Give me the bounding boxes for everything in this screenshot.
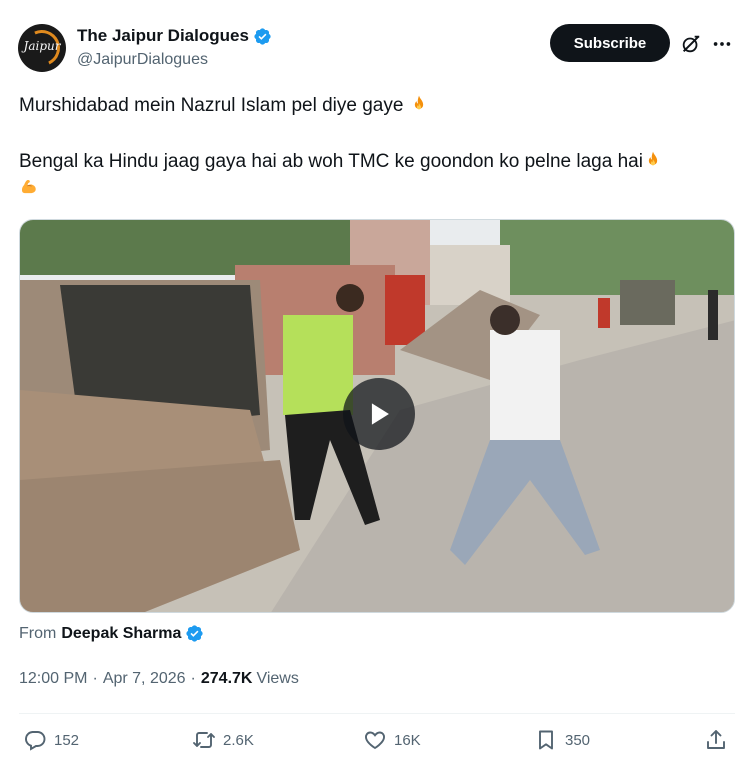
tweet-line-2-text: Bengal ka Hindu jaag gaya hai ab woh TMC… [19, 151, 643, 172]
views-count: 274.7K [200, 670, 253, 687]
views-label: Views [256, 670, 299, 687]
like-button[interactable]: 16K [363, 728, 421, 752]
bookmark-count: 350 [565, 731, 591, 749]
tweet-time[interactable]: 12:00 PM [19, 670, 87, 688]
handle[interactable]: @JaipurDialogues [77, 51, 208, 69]
display-name[interactable]: The Jaipur Dialogues [77, 26, 249, 46]
flexed-biceps-emoji-icon [22, 179, 36, 194]
verified-badge-icon [186, 625, 204, 642]
bookmark-icon [539, 730, 553, 750]
fire-emoji-icon [648, 151, 658, 166]
separator-dot: · [92, 670, 98, 687]
bookmark-button[interactable]: 350 [534, 728, 590, 752]
reply-button[interactable]: 152 [23, 728, 79, 752]
tweet-line-2: Bengal ka Hindu jaag gaya hai ab woh TMC… [19, 149, 719, 175]
separator-dot: · [190, 670, 196, 687]
reply-count: 152 [54, 731, 80, 749]
divider [19, 713, 735, 714]
avatar-logo-text: Jaipur [23, 39, 61, 53]
like-icon [365, 731, 385, 750]
verified-badge-icon [254, 27, 271, 45]
grok-icon[interactable] [680, 33, 702, 55]
repost-button[interactable]: 2.6K [192, 728, 254, 752]
tweet-meta: 12:00 PM · Apr 7, 2026 · 274.7K Views [19, 670, 299, 688]
subscribe-button[interactable]: Subscribe [550, 24, 670, 62]
name-row: The Jaipur Dialogues [77, 26, 272, 46]
like-count: 16K [394, 731, 421, 749]
tweet-header: Jaipur The Jaipur Dialogues @JaipurDialo… [18, 22, 738, 76]
video-player[interactable] [19, 219, 735, 613]
reply-icon [25, 731, 46, 751]
source-attribution: From Deepak Sharma [19, 624, 204, 643]
play-button[interactable] [343, 378, 415, 450]
share-icon [707, 730, 725, 749]
from-label: From [19, 624, 57, 642]
repost-count: 2.6K [223, 731, 254, 749]
tweet-line-1: Murshidabad mein Nazrul Islam pel diye g… [19, 93, 719, 119]
tweet-line-3 [19, 175, 719, 201]
avatar[interactable]: Jaipur [18, 24, 66, 72]
more-icon[interactable] [711, 33, 733, 55]
repost-icon [193, 732, 215, 748]
share-button[interactable] [704, 728, 728, 752]
fire-emoji-icon [414, 95, 423, 110]
play-icon [371, 403, 389, 425]
action-bar: 152 2.6K 16K 350 [19, 728, 735, 758]
tweet-date[interactable]: Apr 7, 2026 [103, 670, 186, 688]
source-name[interactable]: Deepak Sharma [61, 625, 181, 643]
tweet-text: Murshidabad mein Nazrul Islam pel diye g… [19, 93, 719, 201]
tweet-line-1-text: Murshidabad mein Nazrul Islam pel diye g… [19, 95, 404, 116]
